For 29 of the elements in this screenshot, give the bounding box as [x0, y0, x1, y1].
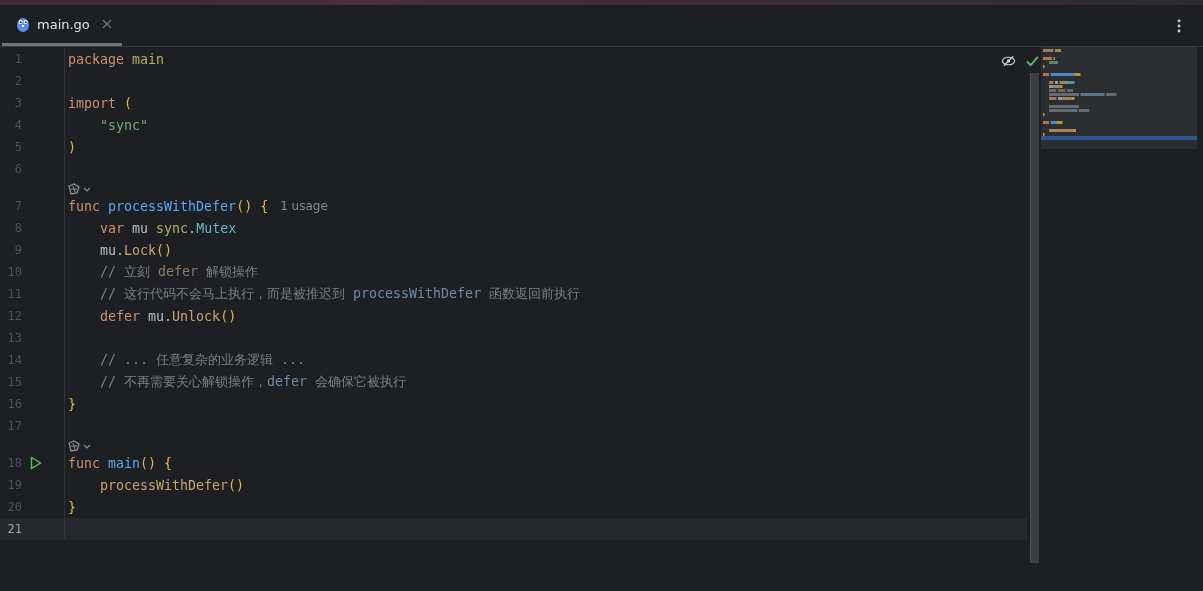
code-line: // ... 任意复杂的业务逻辑 ... — [99, 351, 306, 369]
code-line: import ( — [68, 95, 133, 111]
code-line: // 这行代码不会马上执行，而是被推迟到 processWithDefer 函数返回前执行 — [99, 285, 581, 303]
code-line: func processWithDefer() { — [68, 198, 269, 214]
code-line: processWithDefer() — [99, 477, 245, 493]
code-line: mu.Lock() — [99, 242, 173, 258]
code-line: } — [68, 499, 76, 515]
gopher-icon — [16, 16, 30, 32]
code-line: func main() { — [68, 455, 173, 471]
usage-hint[interactable]: 1 usage — [280, 199, 328, 213]
more-options-icon[interactable] — [1177, 18, 1181, 33]
code-line: } — [68, 396, 76, 412]
minimap-drawing[interactable] — [1041, 47, 1197, 149]
code-line: package main — [68, 51, 165, 67]
code-line: defer mu.Unlock() — [99, 308, 237, 324]
line-number: 21 — [6, 522, 22, 536]
code-lens-icon[interactable] — [68, 439, 92, 452]
check-icon — [1026, 55, 1039, 67]
hidden-eye-icon[interactable] — [1001, 55, 1016, 67]
code-line: // 不再需要关心解锁操作，defer 会确保它被执行 — [99, 373, 407, 391]
scrollbar[interactable] — [1029, 73, 1039, 563]
code-line: // 立刻 defer 解锁操作 — [99, 263, 259, 281]
run-icon[interactable] — [30, 456, 42, 470]
code-line: ) — [68, 139, 76, 155]
file-tab[interactable]: main.go — [2, 5, 122, 46]
close-icon[interactable] — [101, 19, 112, 29]
code-line: var mu sync.Mutex — [99, 220, 237, 236]
code-lens-icon[interactable] — [68, 182, 92, 195]
code-line: "sync" — [99, 117, 149, 133]
